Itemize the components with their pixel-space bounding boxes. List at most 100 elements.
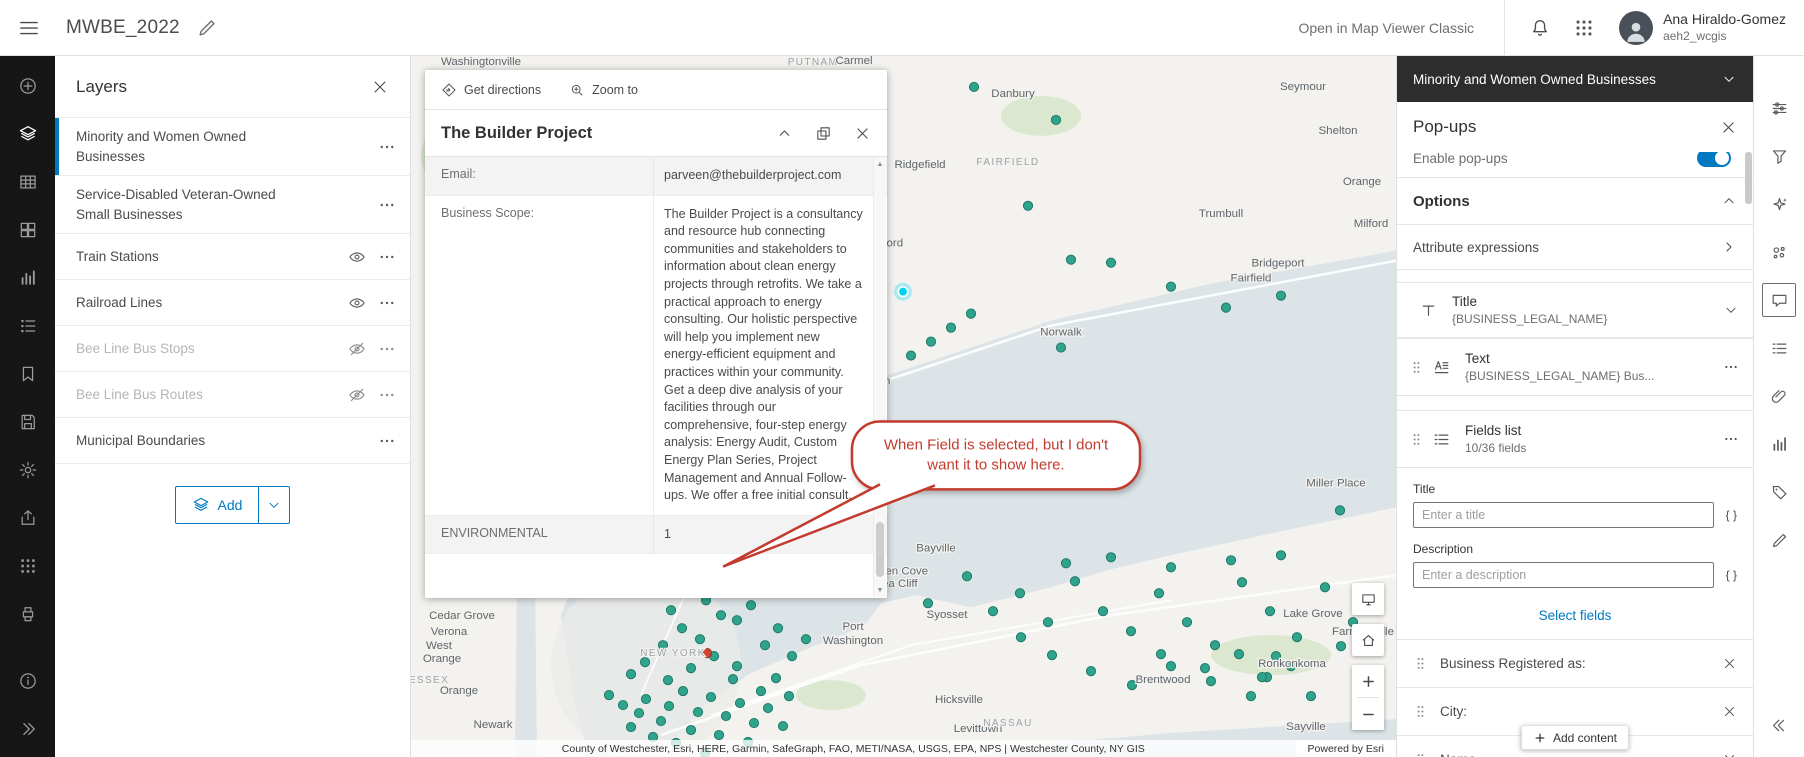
scroll-down-icon[interactable]: ▼ xyxy=(874,587,886,594)
business-dot[interactable] xyxy=(1334,505,1346,516)
business-dot[interactable] xyxy=(1256,672,1268,683)
business-dot[interactable] xyxy=(945,322,957,333)
bookmarks-icon[interactable] xyxy=(0,350,55,398)
layer-options-icon[interactable] xyxy=(378,294,396,312)
popup-scrollbar[interactable]: ▲ ▼ xyxy=(873,158,886,597)
business-dot[interactable] xyxy=(1165,562,1177,573)
business-dot[interactable] xyxy=(1060,558,1072,569)
visibility-icon[interactable] xyxy=(348,294,366,312)
attachments-icon[interactable] xyxy=(1754,372,1804,420)
filter-icon[interactable] xyxy=(1754,132,1804,180)
layer-options-icon[interactable] xyxy=(378,138,396,156)
add-layer-dropdown[interactable] xyxy=(259,487,289,523)
layer-item[interactable]: Train Stations xyxy=(55,234,410,281)
business-dot[interactable] xyxy=(1022,200,1034,211)
tables-icon[interactable] xyxy=(0,158,55,206)
layer-options-icon[interactable] xyxy=(378,196,396,214)
get-directions-button[interactable]: Get directions xyxy=(441,82,541,98)
share-icon[interactable] xyxy=(0,494,55,542)
chevron-right-icon[interactable] xyxy=(1721,239,1737,255)
effects-icon[interactable] xyxy=(1754,180,1804,228)
business-dot[interactable] xyxy=(1165,661,1177,672)
business-dot[interactable] xyxy=(1155,649,1167,660)
business-dot[interactable] xyxy=(772,623,784,634)
business-dot[interactable] xyxy=(755,686,767,697)
layer-item[interactable]: Railroad Lines xyxy=(55,280,410,327)
options-section-header[interactable]: Options xyxy=(1397,178,1753,224)
map[interactable]: Washingtonville PUTNAM Carmel Danbury Seymou… xyxy=(411,56,1396,757)
collapse-icon[interactable] xyxy=(1754,701,1804,749)
business-dot[interactable] xyxy=(1050,114,1062,126)
scroll-up-icon[interactable]: ▲ xyxy=(874,161,886,168)
collapse-icon[interactable] xyxy=(776,125,793,142)
popup-field-item[interactable]: Business Registered as: xyxy=(1397,639,1753,687)
drag-handle-icon[interactable] xyxy=(1409,432,1424,447)
visibility-off-icon[interactable] xyxy=(348,340,366,358)
layer-settings-header[interactable]: Minority and Women Owned Businesses xyxy=(1397,56,1753,102)
default-view-button[interactable] xyxy=(1352,583,1384,615)
business-dot[interactable] xyxy=(1335,641,1347,652)
business-dot[interactable] xyxy=(1245,690,1257,702)
layer-options-icon[interactable] xyxy=(378,248,396,266)
title-input[interactable] xyxy=(1413,502,1714,528)
enable-popups-toggle[interactable] xyxy=(1697,152,1731,167)
layer-options-icon[interactable] xyxy=(378,386,396,404)
business-dot[interactable] xyxy=(677,686,689,697)
business-dot[interactable] xyxy=(1199,663,1211,674)
scroll-thumb[interactable] xyxy=(876,522,884,577)
expand-icon[interactable] xyxy=(0,705,55,753)
aggregation-icon[interactable] xyxy=(1754,228,1804,276)
business-dot[interactable] xyxy=(748,717,760,729)
layer-item[interactable]: Municipal Boundaries xyxy=(55,418,410,465)
close-icon[interactable] xyxy=(854,125,871,142)
remove-field-icon[interactable] xyxy=(1722,656,1737,671)
description-expression-button[interactable]: { } xyxy=(1726,568,1737,582)
business-dot[interactable] xyxy=(1046,650,1058,661)
properties-icon[interactable] xyxy=(1754,84,1804,132)
business-dot[interactable] xyxy=(734,697,746,709)
zoom-to-button[interactable]: Zoom to xyxy=(569,82,638,98)
business-dot[interactable] xyxy=(665,605,677,616)
business-dot[interactable] xyxy=(1105,257,1117,268)
business-dot[interactable] xyxy=(1209,640,1221,651)
business-dot[interactable] xyxy=(762,702,774,714)
select-fields-link[interactable]: Select fields xyxy=(1413,608,1737,623)
notifications-icon[interactable] xyxy=(1529,17,1551,39)
add-content-button[interactable]: Add content xyxy=(1520,725,1630,750)
chevron-down-icon[interactable] xyxy=(1721,71,1737,87)
close-icon[interactable] xyxy=(371,78,389,96)
menu-icon[interactable] xyxy=(18,17,40,39)
business-dot[interactable] xyxy=(786,651,798,662)
business-dot[interactable] xyxy=(1225,555,1237,566)
layer-options-icon[interactable] xyxy=(378,432,396,450)
zoom-in-button[interactable] xyxy=(1352,665,1384,697)
selected-business-dot[interactable] xyxy=(897,286,909,298)
business-dot[interactable] xyxy=(685,724,697,736)
edit-title-icon[interactable] xyxy=(196,17,218,39)
business-dot[interactable] xyxy=(705,691,717,703)
business-dot[interactable] xyxy=(968,81,980,93)
business-dot[interactable] xyxy=(777,720,789,732)
charts-icon[interactable] xyxy=(1754,420,1804,468)
popups-icon[interactable] xyxy=(1762,283,1796,317)
fields-icon[interactable] xyxy=(1754,324,1804,372)
add-layer-button[interactable]: Add xyxy=(174,486,291,525)
business-dot[interactable] xyxy=(1319,582,1331,593)
layer-item[interactable]: Bee Line Bus Routes xyxy=(55,372,410,419)
attribute-expressions-row[interactable]: Attribute expressions xyxy=(1397,224,1753,270)
business-dot[interactable] xyxy=(1236,577,1248,588)
layer-item[interactable]: Minority and Women Owned Businesses xyxy=(55,118,410,177)
title-block[interactable]: Title {BUSINESS_LEGAL_NAME} xyxy=(1397,282,1753,338)
zoom-out-button[interactable] xyxy=(1352,698,1384,730)
business-dot[interactable] xyxy=(720,710,732,722)
open-classic-link[interactable]: Open in Map Viewer Classic xyxy=(1298,20,1474,36)
close-icon[interactable] xyxy=(1720,119,1737,136)
charts-icon[interactable] xyxy=(0,254,55,302)
business-dot[interactable] xyxy=(731,615,743,626)
business-dot[interactable] xyxy=(692,706,704,718)
chevron-down-icon[interactable] xyxy=(1723,302,1739,318)
create-app-icon[interactable] xyxy=(0,542,55,590)
business-dot[interactable] xyxy=(759,640,771,651)
business-dot[interactable] xyxy=(1153,588,1165,599)
layer-item[interactable]: Service-Disabled Veteran-Owned Small Bus… xyxy=(55,176,410,235)
